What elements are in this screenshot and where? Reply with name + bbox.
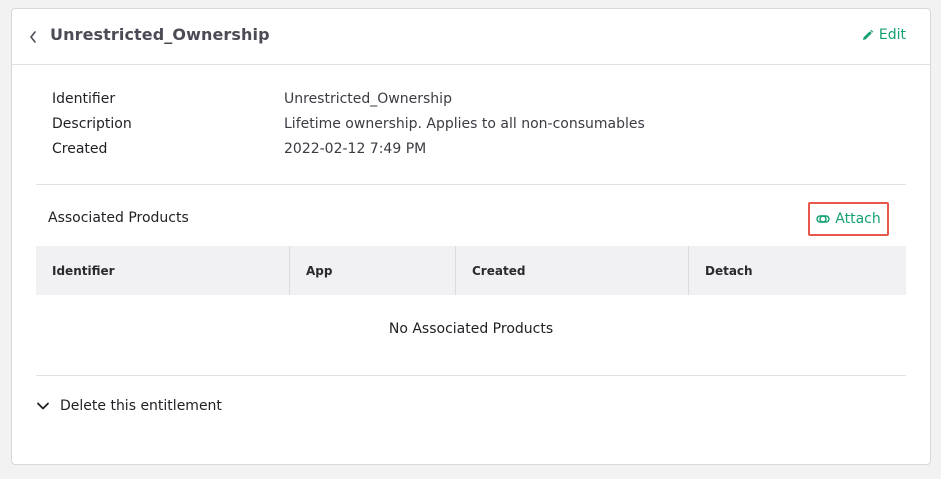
section-divider [36,375,906,376]
attach-label: Attach [835,211,881,227]
detail-value: Unrestricted_Ownership [284,91,452,107]
detail-label: Created [52,141,108,157]
column-header-app[interactable]: App [290,246,456,295]
section-divider [36,184,906,185]
edit-label: Edit [878,27,906,43]
delete-entitlement-label: Delete this entitlement [60,398,222,414]
card-header: Unrestricted_Ownership Edit [12,9,930,65]
chevron-left-icon [30,31,36,43]
attach-button[interactable]: Attach [808,202,889,236]
entitlement-card: Unrestricted_Ownership Edit Identifier U… [11,8,931,465]
delete-entitlement-toggle[interactable]: Delete this entitlement [36,398,222,414]
page-title: Unrestricted_Ownership [50,25,270,44]
products-table-header: Identifier App Created Detach [36,246,906,295]
pencil-icon [862,29,874,40]
column-header-detach[interactable]: Detach [689,246,906,295]
detail-label: Description [52,116,132,132]
edit-button[interactable]: Edit [861,27,906,43]
link-icon [816,215,830,223]
detail-value: 2022-02-12 7:49 PM [284,141,427,157]
chevron-down-icon [37,402,49,410]
column-header-created[interactable]: Created [456,246,689,295]
detail-label: Identifier [52,91,116,107]
associated-products-title: Associated Products [48,210,189,226]
back-button[interactable] [24,27,42,47]
empty-state-message: No Associated Products [388,321,554,337]
column-header-identifier[interactable]: Identifier [36,246,290,295]
detail-value: Lifetime ownership. Applies to all non-c… [284,116,645,132]
